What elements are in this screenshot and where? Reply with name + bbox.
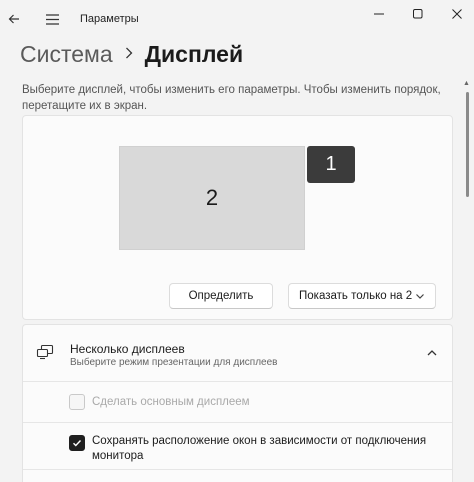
multiple-displays-title: Несколько дисплеев	[70, 342, 185, 356]
identify-button[interactable]: Определить	[169, 283, 273, 309]
arrangement-description: Выберите дисплей, чтобы изменить его пар…	[22, 84, 441, 112]
remember-window-label: Сохранять расположение окон в зависимост…	[92, 435, 427, 462]
show-only-dropdown[interactable]: Показать только на 2	[288, 283, 436, 309]
monitor-1[interactable]: 1	[307, 146, 355, 183]
remember-window-checkbox[interactable]	[69, 435, 85, 451]
maximize-icon[interactable]	[405, 6, 431, 22]
make-primary-row: Сделать основным дисплеем	[23, 382, 452, 422]
settings-window: Параметры Система Дисплей Выберите диспл…	[0, 0, 474, 482]
divider	[23, 469, 452, 470]
app-title: Параметры	[80, 13, 139, 25]
close-icon[interactable]	[444, 6, 470, 22]
minimize-icon[interactable]	[366, 6, 392, 22]
page-title: Дисплей	[144, 40, 244, 67]
back-arrow-icon[interactable]	[4, 9, 24, 29]
scrollbar-thumb[interactable]	[466, 92, 469, 197]
title-bar: Параметры	[0, 0, 474, 38]
make-primary-checkbox[interactable]	[69, 394, 85, 410]
chevron-down-icon	[415, 291, 425, 304]
chevron-up-icon[interactable]	[426, 346, 438, 364]
hamburger-menu-icon[interactable]	[42, 9, 62, 29]
breadcrumb: Система Дисплей	[20, 38, 243, 70]
multiple-monitors-icon	[36, 344, 54, 365]
monitor-2[interactable]: 2	[119, 146, 305, 250]
remember-window-row: Сохранять расположение окон в зависимост…	[23, 423, 452, 469]
scroll-up-icon[interactable]: ▲	[463, 80, 470, 87]
show-only-dropdown-value: Показать только на 2	[299, 290, 413, 302]
checkmark-icon	[73, 440, 82, 447]
chevron-right-icon	[125, 46, 133, 64]
make-primary-label: Сделать основным дисплеем	[92, 396, 250, 408]
multiple-displays-header[interactable]: Несколько дисплеев Выберите режим презен…	[23, 325, 452, 381]
multiple-displays-subtitle: Выберите режим презентации для дисплеев	[70, 357, 278, 368]
breadcrumb-parent[interactable]: Система	[20, 41, 113, 68]
multiple-displays-card: Несколько дисплеев Выберите режим презен…	[22, 324, 453, 482]
display-arrangement-panel: 2 1 Определить Показать только на 2	[22, 115, 453, 320]
